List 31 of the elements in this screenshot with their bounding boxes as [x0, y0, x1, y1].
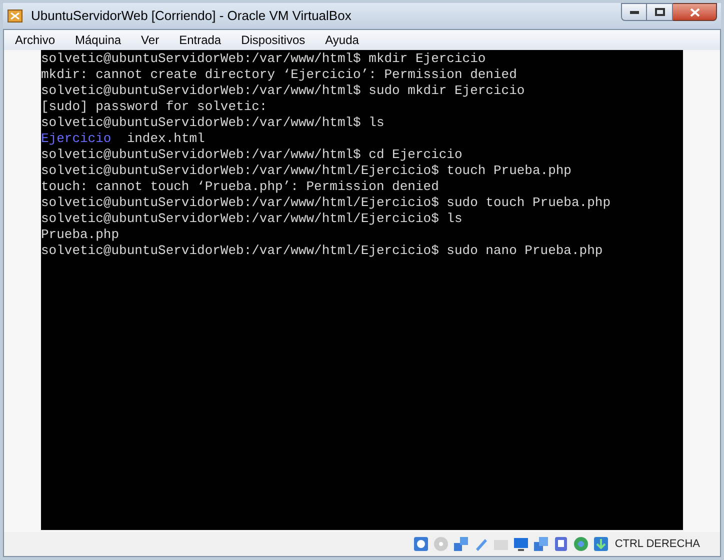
terminal-line: Ejercicio index.html: [41, 131, 205, 147]
terminal-line: solvetic@ubuntuServidorWeb:/var/www/html/Ejercicio$ ls: [41, 211, 462, 227]
display-icon[interactable]: [512, 536, 529, 552]
terminal-line: [sudo] password for solvetic:: [41, 99, 268, 115]
close-button[interactable]: [673, 3, 717, 21]
maximize-icon: [654, 8, 664, 16]
maximize-button[interactable]: [647, 3, 673, 21]
host-key-label: CTRL DERECHA: [614, 536, 700, 552]
menu-item[interactable]: Ver: [138, 31, 162, 49]
menu-item[interactable]: Máquina: [72, 31, 124, 49]
minimize-icon: [630, 10, 638, 14]
app-icon: [7, 8, 23, 24]
minimize-button[interactable]: [621, 3, 647, 21]
terminal-line: mkdir: cannot create directory ‘Ejercicio’: Permission denied: [41, 67, 517, 83]
menu-item[interactable]: Dispositivos: [238, 31, 308, 49]
terminal-line: solvetic@ubuntuServidorWeb:/var/www/html$ cd Ejercicio: [41, 147, 462, 163]
download-icon[interactable]: [592, 536, 609, 552]
terminal-line: solvetic@ubuntuServidorWeb:/var/www/html/Ejercicio$ touch Prueba.php: [41, 163, 572, 179]
menu-item[interactable]: Archivo: [12, 31, 58, 49]
terminal-line: touch: cannot touch ‘Prueba.php’: Permission denied: [41, 179, 439, 195]
close-icon: [690, 8, 700, 16]
terminal-line: solvetic@ubuntuServidorWeb:/var/www/html$ sudo mkdir Ejercicio: [41, 83, 525, 99]
menu-item[interactable]: Entrada: [176, 31, 224, 49]
network-icon[interactable]: [452, 536, 469, 552]
window-title: UbuntuServidorWeb [Corriendo] - Oracle VM VirtualBox: [31, 7, 352, 26]
terminal-line: solvetic@ubuntuServidorWeb:/var/www/html$ ls: [41, 115, 384, 131]
terminal-line: solvetic@ubuntuServidorWeb:/var/www/html/Ejercicio$ sudo nano Prueba.php: [41, 243, 603, 259]
menu-item[interactable]: Ayuda: [322, 31, 362, 49]
terminal-line: solvetic@ubuntuServidorWeb:/var/www/html/Ejercicio$ sudo touch Prueba.php: [41, 195, 610, 211]
terminal-line: Prueba.php: [41, 227, 120, 243]
terminal-line: solvetic@ubuntuServidorWeb:/var/www/html$ mkdir Ejercicio: [41, 51, 486, 67]
